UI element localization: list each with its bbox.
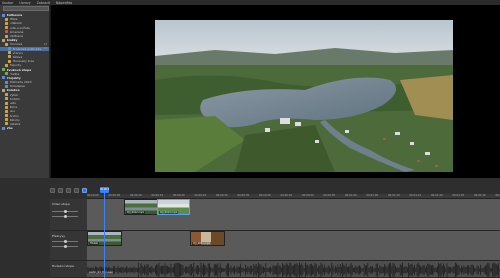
timeline-toolbar [50, 187, 87, 194]
clip-name: Titulek [89, 242, 100, 245]
ruler-tick-label: 00:00:55 [323, 194, 336, 197]
clip-name: DJI_0013.mp4 [159, 211, 178, 214]
opacity-slider[interactable] [52, 245, 78, 248]
ruler-tick-label: 00:00:50 [302, 194, 314, 197]
folder-icon [5, 114, 8, 118]
aerial-lake-image [155, 20, 453, 172]
track-lane-video[interactable]: DJI_0012.mp4 DJI_0013.mp4 [87, 199, 500, 231]
album-icon [2, 68, 5, 72]
audio-clip-label: Audio_01_Mix.wav [89, 271, 113, 274]
ruler-tick-label: 00:00:20 [173, 194, 185, 197]
album-icon [5, 30, 8, 34]
ruler-tick-label: 00:00:10 [130, 194, 142, 197]
track-name: Hudební stopa [52, 264, 74, 268]
track-lane-overlay[interactable]: Titulek DJI_0021.mp4 [87, 231, 500, 261]
folder-icon [2, 38, 5, 42]
track-name: Video stopa [52, 202, 70, 206]
folder-icon [8, 51, 11, 55]
track-header-audio[interactable]: Hudební stopa [50, 261, 87, 278]
ruler-tick-label: 00:01:10 [388, 194, 400, 197]
ruler-tick-label: 00:00:40 [259, 194, 271, 197]
ruler-tick-label: 00:00:35 [237, 194, 250, 197]
folder-icon [5, 34, 8, 38]
ruler-tick-label: 00:01:25 [452, 194, 465, 197]
folder-icon [5, 63, 8, 67]
ruler-tick-label: 00:01:30 [474, 194, 486, 197]
ruler-tick-label: 00:01:15 [409, 194, 422, 197]
track-header-video[interactable]: Video stopa [50, 199, 87, 231]
clip-name: DJI_0021.mp4 [192, 242, 211, 245]
folder-icon [5, 105, 8, 109]
ruler-tick-label: 00:00:05 [108, 194, 121, 197]
timeline-clip[interactable]: DJI_0021.mp4 [190, 231, 226, 246]
album-icon [2, 13, 5, 17]
album-icon [2, 76, 5, 80]
ruler-tick-label: 00:00:25 [194, 194, 207, 197]
folder-icon [8, 55, 11, 59]
item-count: 24 [43, 42, 47, 46]
folder-icon [5, 17, 8, 21]
ruler-tick-label: 00:01:05 [366, 194, 379, 197]
ruler-tick-label: 00:00:00 [87, 194, 99, 197]
timeline-clip[interactable]: DJI_0012.mp4 [124, 199, 162, 215]
select-tool-icon[interactable] [50, 188, 55, 193]
folder-icon [5, 101, 8, 105]
menu-item[interactable]: Soubor [2, 1, 13, 5]
folder-icon [2, 88, 5, 92]
opacity-slider[interactable] [52, 215, 78, 218]
ruler-tick-label: 00:00:45 [280, 194, 293, 197]
track-name: Překryvy [52, 234, 66, 238]
preview-frame [155, 20, 453, 172]
timeline-clip[interactable]: DJI_0013.mp4 [157, 199, 191, 215]
ruler-tick-label: 00:01:35 [495, 194, 500, 197]
album-icon [8, 47, 11, 51]
ruler-tick-label: 00:00:15 [151, 194, 164, 197]
snap-toggle-icon[interactable] [82, 188, 87, 193]
folder-icon [5, 26, 8, 30]
folder-icon [8, 59, 11, 63]
clip-name: DJI_0012.mp4 [126, 211, 145, 214]
volume-slider[interactable] [52, 210, 78, 213]
redo-icon[interactable] [74, 188, 79, 193]
folder-icon [5, 122, 8, 126]
ruler-tick-label: 00:00:30 [216, 194, 228, 197]
folder-icon [5, 21, 8, 25]
album-icon [5, 80, 8, 84]
menu-item[interactable]: Nápověda [56, 1, 72, 5]
sidebar-item[interactable]: Vše [0, 126, 49, 130]
audio-waveform [87, 262, 500, 278]
playhead-line [104, 193, 105, 278]
album-icon [2, 126, 5, 130]
track-header-overlay[interactable]: Překryvy [50, 231, 87, 261]
item-count: 12 [43, 47, 47, 51]
folder-icon [5, 118, 8, 122]
album-icon [5, 72, 8, 76]
volume-slider[interactable] [52, 240, 78, 243]
folder-icon [5, 97, 8, 101]
menu-item[interactable]: Úpravy [19, 1, 30, 5]
ruler-tick-label: 00:01:20 [431, 194, 443, 197]
folder-icon [5, 109, 8, 113]
sidebar-item-label: Vše [6, 126, 13, 131]
undo-icon[interactable] [66, 188, 71, 193]
folder-icon [5, 42, 8, 46]
track-lane-audio[interactable] [87, 261, 500, 278]
album-icon [5, 84, 8, 88]
folder-tree: Knihovna Místa Události Lidé a zvířata Smaza… [0, 13, 49, 130]
folder-icon [5, 93, 8, 97]
preview-viewer [51, 5, 500, 178]
razor-tool-icon[interactable] [58, 188, 63, 193]
ruler-tick-label: 00:01:00 [345, 194, 357, 197]
menu-item[interactable]: Zobrazit [37, 1, 50, 5]
sidebar-search-input[interactable] [3, 6, 49, 11]
library-sidebar: Knihovna Místa Události Lidé a zvířata Smaza… [0, 5, 50, 178]
